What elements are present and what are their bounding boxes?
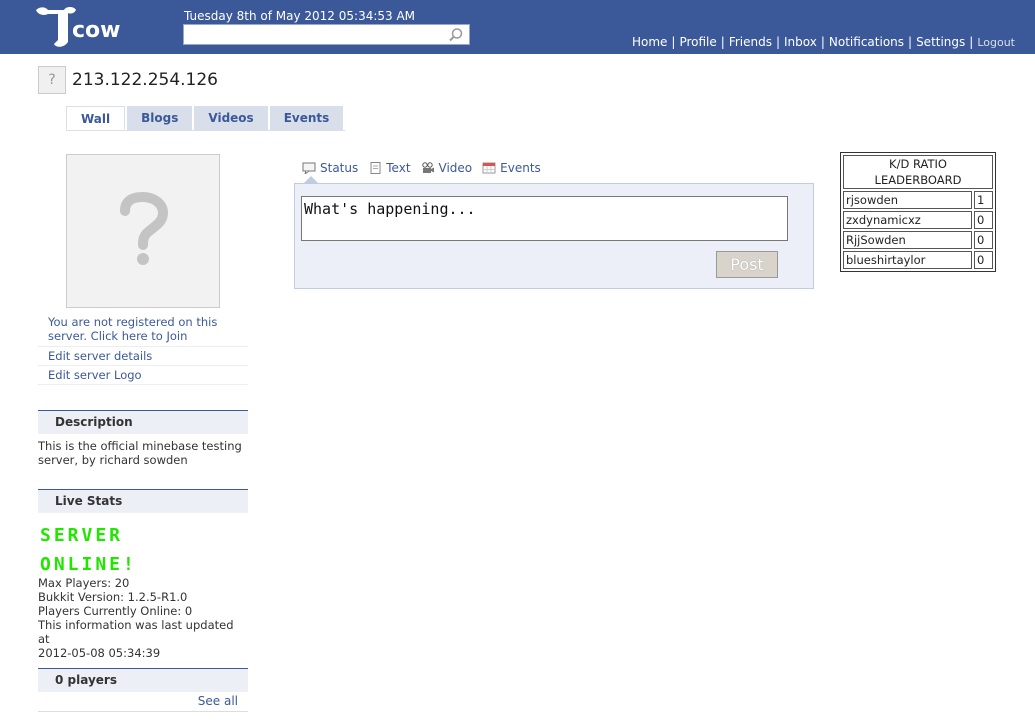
tab-videos[interactable]: Videos [194,106,268,130]
leaderboard-ratio: 0 [974,211,993,229]
profile-name: 213.122.254.126 [72,70,219,90]
top-bar: cow Tuesday 8th of May 2012 05:34:53 AM … [0,0,1035,54]
search-input[interactable] [184,26,452,46]
tab-blogs[interactable]: Blogs [127,106,193,130]
join-server-link[interactable]: You are not registered on this server. C… [38,313,248,347]
edit-server-details-link[interactable]: Edit server details [38,347,248,366]
see-all-link[interactable]: See all [198,694,238,708]
leaderboard-row: RjjSowden 0 [843,231,993,249]
players-heading: 0 players [38,668,248,692]
nav-inbox[interactable]: Inbox [784,35,817,49]
server-status-line1: SERVER [40,525,124,546]
question-mark-icon [120,191,169,265]
search-box[interactable] [183,24,470,46]
tab-wall[interactable]: Wall [66,106,126,130]
last-updated-label: This information was last updated at [38,618,234,646]
composer-text-label: Text [386,161,411,175]
composer-text-tab[interactable]: Text [368,161,411,175]
players-online: Players Currently Online: 0 [38,604,193,618]
see-all-row: See all [38,694,248,712]
server-status: SERVER ONLINE! [40,521,137,579]
server-links: You are not registered on this server. C… [38,313,248,385]
text-icon [370,162,381,174]
tab-events[interactable]: Events [269,106,344,130]
nav-home[interactable]: Home [632,35,667,49]
post-button[interactable]: Post [716,251,778,278]
composer-video-tab[interactable]: Video [421,161,473,175]
composer-events-label: Events [500,161,541,175]
leaderboard-ratio: 0 [974,251,993,269]
profile-picture[interactable] [66,154,220,308]
profile-avatar-small[interactable]: ? [38,66,66,94]
cow-logo[interactable]: cow [34,4,124,48]
description-heading: Description [38,410,248,434]
video-icon [421,162,434,173]
server-status-line2: ONLINE! [40,554,137,575]
live-stats-details: Max Players: 20 Bukkit Version: 1.2.5-R1… [38,576,248,660]
status-composer: What's happening... Post [294,183,814,289]
composer-caret [304,176,318,183]
leaderboard-row: rjsowden 1 [843,191,993,209]
leaderboard-player: rjsowden [843,191,972,209]
nav-logout[interactable]: Logout [977,36,1015,49]
leaderboard-player: blueshirtaylor [843,251,972,269]
top-navigation: Home | Profile | Friends | Inbox | Notifications… [631,35,1015,49]
description-text: This is the official minebase testing se… [38,439,242,467]
leaderboard-player: zxdynamicxz [843,211,972,229]
profile-tabs: Wall Blogs Videos Events [66,106,346,131]
status-textarea[interactable]: What's happening... [301,196,788,241]
leaderboard-row: zxdynamicxz 0 [843,211,993,229]
leaderboard-title: K/D RATIO LEADERBOARD [843,155,993,189]
current-date: Tuesday 8th of May 2012 05:34:53 AM [184,9,416,23]
leaderboard-ratio: 1 [974,191,993,209]
nav-profile[interactable]: Profile [679,35,716,49]
composer-status-label: Status [320,161,359,175]
leaderboard-ratio: 0 [974,231,993,249]
max-players: Max Players: 20 [38,576,130,590]
leaderboard-row: blueshirtaylor 0 [843,251,993,269]
bukkit-version: Bukkit Version: 1.2.5-R1.0 [38,590,188,604]
kd-leaderboard: K/D RATIO LEADERBOARD rjsowden 1 zxdynam… [840,152,996,272]
leaderboard-player: RjjSowden [843,231,972,249]
last-updated-time: 2012-05-08 05:34:39 [38,646,161,660]
composer-type-tabs: Status Text Video Events [302,161,541,175]
composer-events-tab[interactable]: Events [482,161,541,175]
nav-settings[interactable]: Settings [916,35,965,49]
status-icon [302,162,316,174]
calendar-icon [482,162,496,174]
composer-status-tab[interactable]: Status [302,161,358,175]
composer-video-label: Video [438,161,473,175]
edit-server-logo-link[interactable]: Edit server Logo [38,366,248,385]
logo-text: cow [72,18,120,43]
search-icon[interactable] [448,27,464,43]
nav-notifications[interactable]: Notifications [829,35,904,49]
nav-friends[interactable]: Friends [729,35,772,49]
live-stats-heading: Live Stats [38,489,248,513]
